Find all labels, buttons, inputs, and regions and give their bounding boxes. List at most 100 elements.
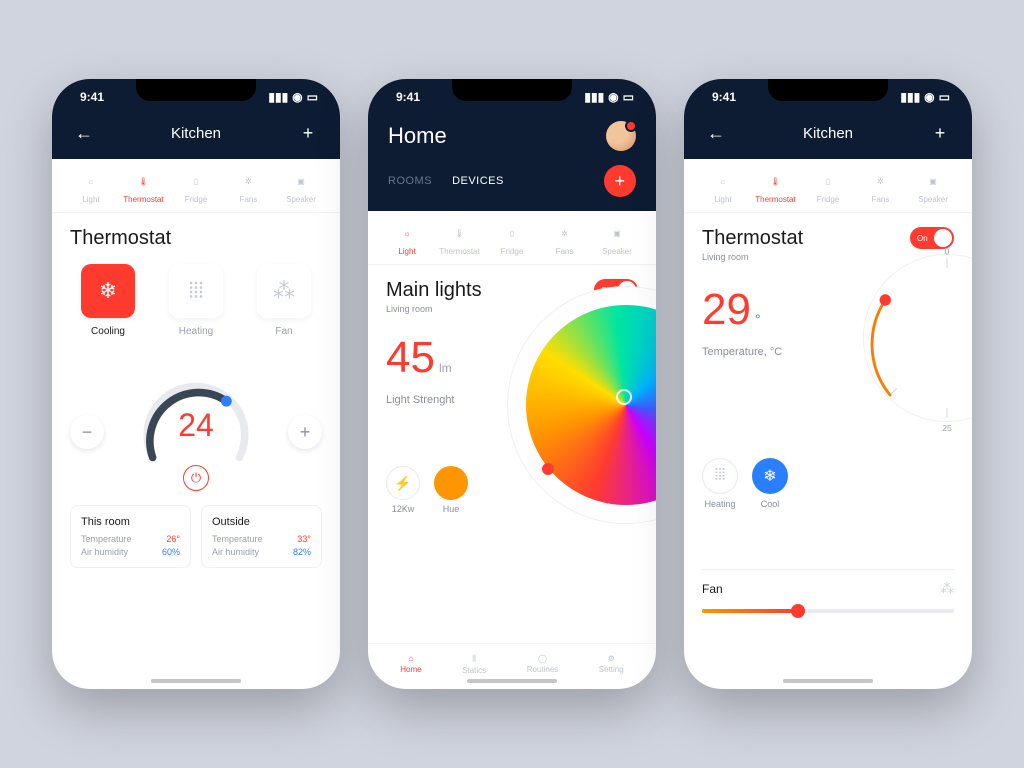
speaker-icon: ▣ bbox=[291, 171, 311, 191]
cat-thermostat[interactable]: 🌡Thermostat bbox=[439, 223, 481, 256]
cat-fridge[interactable]: ▯ Fridge bbox=[491, 223, 533, 256]
fan-label: Fan bbox=[702, 582, 723, 596]
cat-light[interactable]: ☼Light bbox=[386, 223, 428, 256]
cat-fridge[interactable]: ▯Fridge bbox=[807, 171, 849, 204]
value: 26° bbox=[166, 534, 180, 544]
mode-label: Cool bbox=[761, 499, 780, 509]
signal-icon: ▮▮▮ bbox=[900, 90, 920, 104]
cat-speaker[interactable]: ▣Speaker bbox=[596, 223, 638, 256]
cat-fans[interactable]: ✲Fans bbox=[544, 223, 586, 256]
heat-icon: ⦙⦙⦙ bbox=[169, 264, 223, 318]
color-cursor[interactable] bbox=[616, 389, 632, 405]
cat-light[interactable]: ☼Light bbox=[70, 171, 112, 204]
mode-label: Cooling bbox=[91, 326, 125, 337]
light-toggle[interactable]: On bbox=[594, 279, 638, 301]
nav-label: Home bbox=[400, 665, 421, 674]
nav-routines[interactable]: ◯ Routines bbox=[527, 654, 559, 675]
phone-home-lights: 9:41 ▮▮▮ ◉ ▭ Home ROOMS DEVICES + ☼Light… bbox=[368, 79, 656, 689]
value: 82% bbox=[293, 547, 311, 557]
cat-label: Fridge bbox=[501, 247, 524, 256]
add-device-button[interactable]: + bbox=[604, 165, 636, 197]
cat-light[interactable]: ☼ Light bbox=[702, 171, 744, 204]
nav-label: Routines bbox=[527, 665, 559, 674]
signal-icon: ▮▮▮ bbox=[584, 90, 604, 104]
value: 60% bbox=[162, 547, 180, 557]
nav-statics[interactable]: ⫼Statics bbox=[462, 654, 486, 675]
toggle-label: On bbox=[601, 286, 612, 295]
fan-icon: ⁂ bbox=[257, 264, 311, 318]
wifi-icon: ◉ bbox=[924, 90, 934, 104]
add-icon[interactable]: + bbox=[296, 121, 320, 145]
cat-label: Fridge bbox=[817, 195, 840, 204]
cat-label: Light bbox=[714, 195, 731, 204]
tab-rooms[interactable]: ROOMS bbox=[388, 175, 432, 187]
cat-label: Speaker bbox=[286, 195, 316, 204]
cat-label: Thermostat bbox=[123, 195, 163, 204]
mode-cooling[interactable]: ❄ Cooling bbox=[70, 264, 146, 337]
fan-slider[interactable] bbox=[702, 609, 954, 613]
heat-icon: ⦙⦙⦙ bbox=[702, 458, 738, 494]
bulb-icon: ☼ bbox=[397, 223, 417, 243]
mode-label: Heating bbox=[179, 326, 213, 337]
cat-speaker[interactable]: ▣ Speaker bbox=[280, 171, 322, 204]
thermometer-icon: 🌡 bbox=[134, 171, 154, 191]
cat-label: Fans bbox=[556, 247, 574, 256]
cat-label: Fridge bbox=[185, 195, 208, 204]
tab-devices[interactable]: DEVICES bbox=[452, 175, 504, 187]
bulb-icon: ☼ bbox=[81, 171, 101, 191]
plus-button[interactable]: + bbox=[288, 415, 322, 449]
card-this-room: This room Temperature26° Air humidity60% bbox=[70, 505, 191, 568]
mode-cool[interactable]: ❄ Cool bbox=[752, 458, 788, 509]
card-title: Outside bbox=[212, 516, 311, 528]
cat-thermostat[interactable]: 🌡Thermostat bbox=[755, 171, 797, 204]
status-time: 9:41 bbox=[80, 90, 104, 104]
cat-fans[interactable]: ✲Fans bbox=[228, 171, 270, 204]
snowflake-icon: ❄ bbox=[81, 264, 135, 318]
temperature-dial[interactable]: − 24 ⏻ + bbox=[70, 355, 322, 495]
notch bbox=[136, 79, 256, 101]
signal-icon: ▮▮▮ bbox=[268, 90, 288, 104]
avatar[interactable] bbox=[606, 121, 636, 151]
wheel-knob[interactable] bbox=[542, 463, 554, 475]
back-icon[interactable]: ← bbox=[72, 121, 96, 145]
notch bbox=[452, 79, 572, 101]
temperature-value: 24 bbox=[178, 407, 214, 444]
thermometer-icon: 🌡 bbox=[766, 171, 786, 191]
hue-chip[interactable] bbox=[434, 466, 468, 500]
nav-label: Setting bbox=[599, 665, 624, 674]
fan-icon: ⁂ bbox=[940, 580, 954, 597]
section-title: Thermostat bbox=[70, 227, 322, 250]
home-indicator bbox=[151, 679, 241, 683]
fridge-icon: ▯ bbox=[502, 223, 522, 243]
battery-icon: ▭ bbox=[623, 90, 634, 104]
cat-fridge[interactable]: ▯Fridge bbox=[175, 171, 217, 204]
minus-button[interactable]: − bbox=[70, 415, 104, 449]
cat-label: Thermostat bbox=[439, 247, 479, 256]
power-button[interactable]: ⏻ bbox=[183, 465, 209, 491]
bulb-icon: ☼ bbox=[713, 171, 733, 191]
mode-fan[interactable]: ⁂ Fan bbox=[246, 264, 322, 337]
status-time: 9:41 bbox=[396, 90, 420, 104]
cat-speaker[interactable]: ▣Speaker bbox=[912, 171, 954, 204]
mode-heating[interactable]: ⦙⦙⦙ Heating bbox=[702, 458, 738, 509]
mode-heating[interactable]: ⦙⦙⦙ Heating bbox=[158, 264, 234, 337]
cat-thermostat[interactable]: 🌡 Thermostat bbox=[123, 171, 165, 204]
wifi-icon: ◉ bbox=[292, 90, 302, 104]
mode-label: Fan bbox=[275, 326, 292, 337]
stats-icon: ⫼ bbox=[472, 654, 476, 664]
fan-slider-knob[interactable] bbox=[791, 604, 805, 618]
fan-icon: ✲ bbox=[239, 171, 259, 191]
add-icon[interactable]: + bbox=[928, 121, 952, 145]
cat-label: Speaker bbox=[602, 247, 632, 256]
cat-fans[interactable]: ✲Fans bbox=[860, 171, 902, 204]
temperature-gauge[interactable]: 0 100 75 50 25 bbox=[852, 243, 972, 433]
nav-home[interactable]: ⌂Home bbox=[400, 654, 421, 675]
phone-kitchen-thermostat: 9:41 ▮▮▮ ◉ ▭ ← Kitchen + ☼Light 🌡Thermos… bbox=[52, 79, 340, 689]
value: 33° bbox=[297, 534, 311, 544]
lumen-value: 45 bbox=[386, 336, 435, 380]
routine-icon: ◯ bbox=[538, 654, 547, 663]
nav-setting[interactable]: ⚙Setting bbox=[599, 654, 624, 675]
card-outside: Outside Temperature33° Air humidity82% bbox=[201, 505, 322, 568]
power-chip[interactable]: ⚡ bbox=[386, 466, 420, 500]
back-icon[interactable]: ← bbox=[704, 121, 728, 145]
